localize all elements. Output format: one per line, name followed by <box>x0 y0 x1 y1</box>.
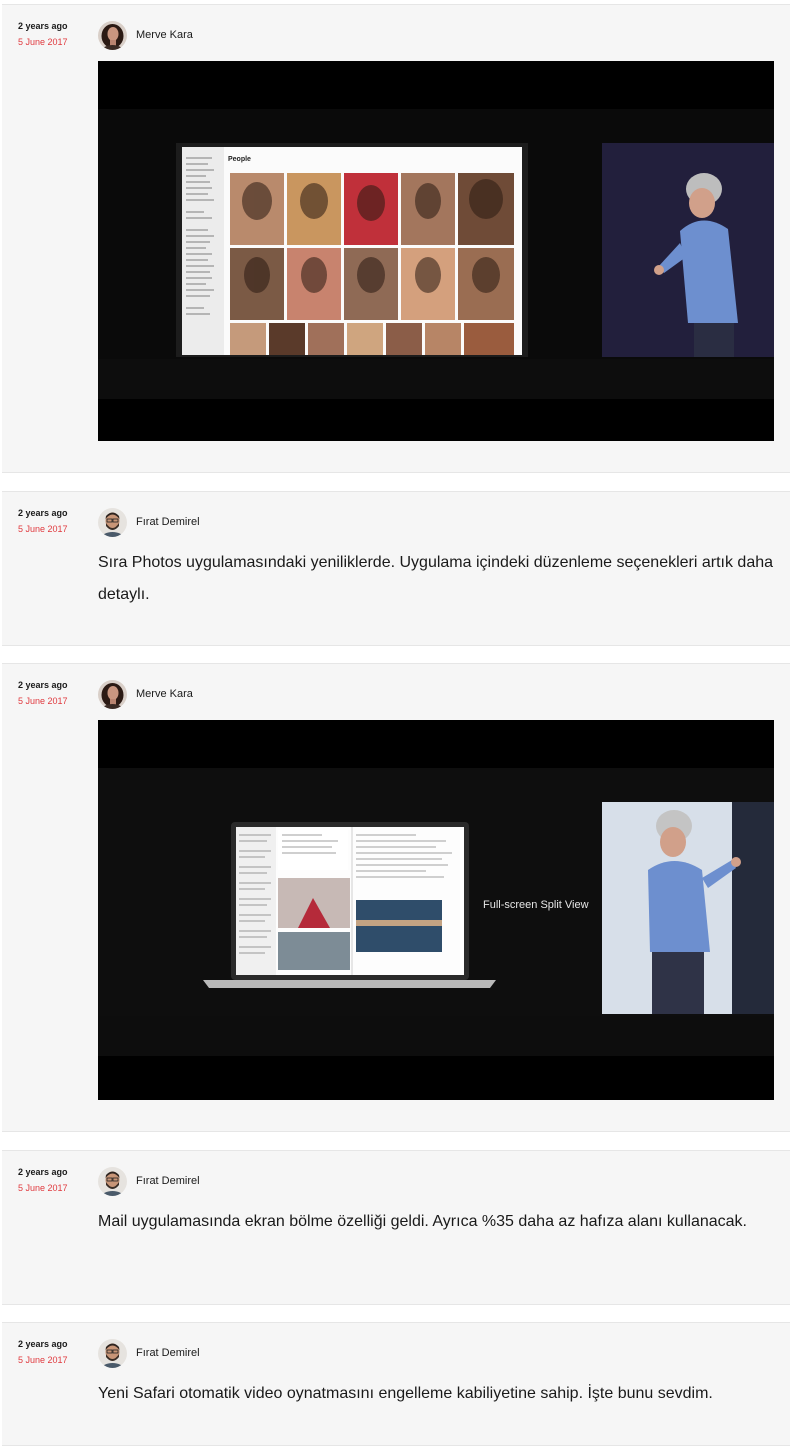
post-image[interactable]: Full-screen Split View <box>98 720 774 1100</box>
feed-entry: 2 years ago 5 June 2017 Fırat Demirel Sı… <box>2 491 790 646</box>
merve-avatar-icon <box>98 679 127 709</box>
post-date: 5 June 2017 <box>18 37 68 47</box>
post-text: Mail uygulamasında ekran bölme özelliği … <box>98 1213 747 1230</box>
mail-split-view-keynote-slide: Full-screen Split View <box>98 720 774 1100</box>
entry-meta: 2 years ago 5 June 2017 <box>18 1166 88 1194</box>
post-date: 5 June 2017 <box>18 524 68 534</box>
author[interactable]: Fırat Demirel <box>98 507 200 537</box>
author-name[interactable]: Fırat Demirel <box>136 1175 200 1187</box>
author-name[interactable]: Fırat Demirel <box>136 1347 200 1359</box>
post-text: Yeni Safari otomatik video oynatmasını e… <box>98 1385 713 1402</box>
photos-people-keynote-slide: People <box>98 61 774 441</box>
entry-meta: 2 years ago 5 June 2017 <box>18 20 88 48</box>
author-name[interactable]: Fırat Demirel <box>136 516 200 528</box>
author-name[interactable]: Merve Kara <box>136 688 193 700</box>
post-date: 5 June 2017 <box>18 696 68 706</box>
relative-time: 2 years ago <box>18 1339 68 1349</box>
author[interactable]: Merve Kara <box>98 679 193 709</box>
author[interactable]: Merve Kara <box>98 20 193 50</box>
entry-meta: 2 years ago 5 June 2017 <box>18 679 88 707</box>
avatar[interactable] <box>98 679 127 709</box>
slide-caption: Full-screen Split View <box>483 899 589 911</box>
relative-time: 2 years ago <box>18 508 68 518</box>
post-date: 5 June 2017 <box>18 1355 68 1365</box>
firat-avatar-icon <box>98 1166 127 1196</box>
author-name[interactable]: Merve Kara <box>136 29 193 41</box>
relative-time: 2 years ago <box>18 680 68 690</box>
avatar[interactable] <box>98 507 127 537</box>
firat-avatar-icon <box>98 1338 127 1368</box>
post-date: 5 June 2017 <box>18 1183 68 1193</box>
feed-entry: 2 years ago 5 June 2017 Merve Kara <box>2 4 790 473</box>
relative-time: 2 years ago <box>18 21 68 31</box>
entry-meta: 2 years ago 5 June 2017 <box>18 507 88 535</box>
avatar[interactable] <box>98 20 127 50</box>
feed-entry: 2 years ago 5 June 2017 Fırat Demirel Ma… <box>2 1150 790 1305</box>
author[interactable]: Fırat Demirel <box>98 1166 200 1196</box>
slide-title: People <box>228 156 251 163</box>
post-text: Sıra Photos uygulamasındaki yeniliklerde… <box>98 554 774 603</box>
entry-meta: 2 years ago 5 June 2017 <box>18 1338 88 1366</box>
avatar[interactable] <box>98 1166 127 1196</box>
merve-avatar-icon <box>98 20 127 50</box>
avatar[interactable] <box>98 1338 127 1368</box>
feed-entry: 2 years ago 5 June 2017 Merve Kara <box>2 663 790 1132</box>
post-image[interactable]: People <box>98 61 774 441</box>
feed-entry: 2 years ago 5 June 2017 Fırat Demirel Ye… <box>2 1322 790 1446</box>
firat-avatar-icon <box>98 507 127 537</box>
relative-time: 2 years ago <box>18 1167 68 1177</box>
author[interactable]: Fırat Demirel <box>98 1338 200 1368</box>
